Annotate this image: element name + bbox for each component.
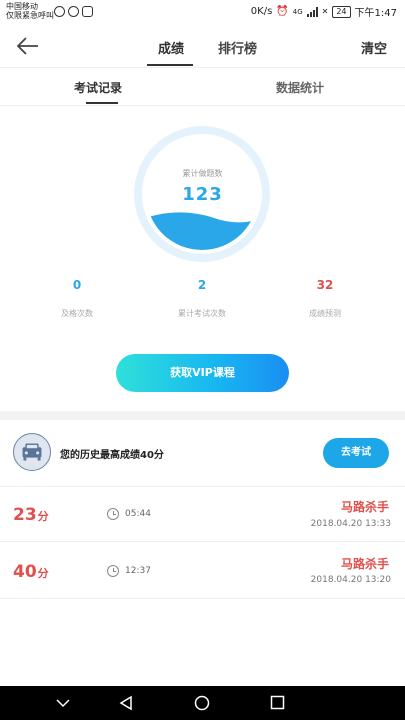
notification-icons [54,6,93,17]
record-score-unit: 分 [37,567,49,580]
record-level: 马路杀手 [340,557,389,571]
stat-prediction: 32 成绩预测 [270,278,380,319]
record-date: 2018.04.20 13:20 [310,575,391,585]
record-score-value: 23 [13,505,37,525]
stat-label: 累计考试次数 [178,309,226,318]
take-exam-button[interactable]: 去考试 [323,438,389,468]
car-icon [13,433,51,471]
notification-app-icon [54,6,65,17]
notification-app-icon [82,6,93,17]
home-circle-icon[interactable] [194,695,210,711]
record-score-unit: 分 [37,510,49,523]
battery-icon: 24 [332,5,351,18]
stat-value: 0 [72,278,82,292]
record-duration: 05:44 [125,509,151,519]
record-date: 2018.04.20 13:33 [310,519,391,529]
hide-keyboard-icon[interactable] [56,698,70,708]
network-speed: 0K/s [250,6,273,17]
clock-icon [107,508,119,520]
signal-icon [306,6,318,17]
clear-button[interactable]: 清空 [361,38,387,57]
tab-ranking[interactable]: 排行榜 [218,38,257,57]
back-arrow-icon[interactable] [16,36,40,56]
recents-square-icon[interactable] [270,695,285,710]
system-nav-bar [0,686,405,720]
no-sim-icon: ✕ [321,7,329,16]
clock-time: 下午1:47 [354,8,397,19]
gauge-label: 累计做题数 [182,169,223,178]
stat-exams: 2 累计考试次数 [147,278,257,319]
section-divider [0,411,405,420]
stat-passes: 0 及格次数 [22,278,132,319]
stat-value: 2 [197,278,207,292]
record-duration: 12:37 [125,566,151,576]
row-divider [0,541,405,542]
gauge-value: 123 [182,184,223,205]
stat-value: 32 [316,278,334,292]
record-level: 马路杀手 [340,500,389,514]
stat-label: 及格次数 [61,309,93,318]
back-triangle-icon[interactable] [118,695,134,711]
status-bar: 中国移动 仅限紧急呼叫 0K/s ⏰ 4G ✕ 24 下午1:47 [0,0,405,24]
vip-course-button[interactable]: 获取VIP课程 [116,354,289,392]
alarm-icon: ⏰ [276,6,289,17]
stat-label: 成绩预测 [309,309,341,318]
row-divider [0,486,405,487]
network-type: 4G [292,7,303,16]
tab-exam-records[interactable]: 考试记录 [74,79,122,96]
tab-data-statistics[interactable]: 数据统计 [276,79,324,96]
top-nav: 成绩 排行榜 清空 [0,24,405,68]
notification-app-icon [68,6,79,17]
tab-scores[interactable]: 成绩 [158,38,184,57]
record-score: 23分 [13,505,49,525]
sub-tabs: 考试记录 数据统计 [0,68,405,106]
tab-indicator [147,64,193,66]
status-right: 0K/s ⏰ 4G ✕ 24 下午1:47 [251,4,397,19]
record-score: 40分 [13,562,49,582]
row-divider [0,598,405,599]
record-score-value: 40 [13,562,37,582]
sub-tab-indicator [86,102,118,104]
best-score-text: 您的历史最高成绩40分 [60,450,164,461]
clock-icon [107,565,119,577]
